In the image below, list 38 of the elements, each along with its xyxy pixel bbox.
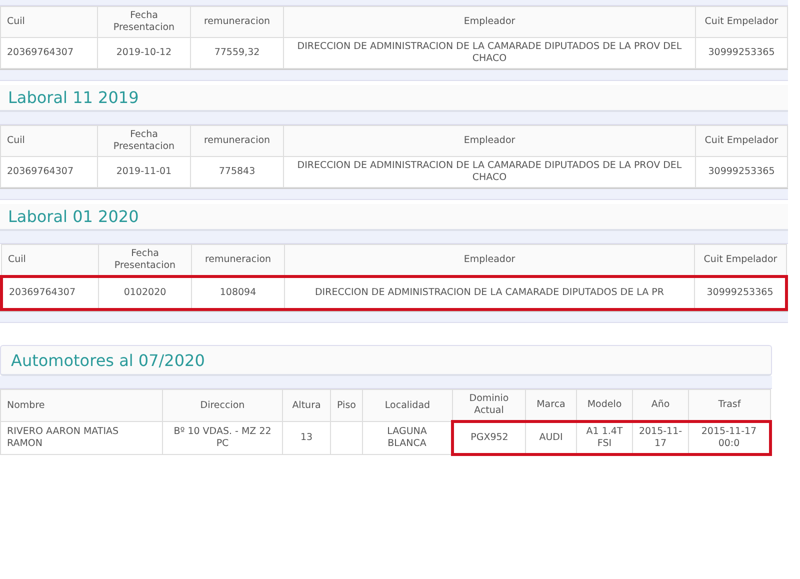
column-header: Fecha Presentacion <box>98 244 192 276</box>
column-header: Empleador <box>284 126 696 156</box>
column-header: Altura <box>282 390 330 422</box>
column-header: Fecha Presentacion <box>98 126 190 156</box>
column-header: remuneracion <box>190 126 284 156</box>
column-header: Cuit Empelador <box>696 126 788 156</box>
column-header: Nombre <box>0 390 162 422</box>
column-header: Modelo <box>576 390 632 422</box>
table-cell: A1 1.4T FSI <box>576 422 632 454</box>
table-cell: RIVERO AARON MATIAS RAMON <box>0 422 162 454</box>
column-header: Trasf <box>688 390 770 422</box>
section-title: Laboral 11 2019 <box>8 88 139 107</box>
table-cell: Bº 10 VDAS. - MZ 22 PC <box>162 422 282 454</box>
column-header: Cuil <box>0 6 98 38</box>
column-header: Piso <box>330 390 362 422</box>
table-cell: DIRECCION DE ADMINISTRACION DE LA CAMARADE DIPUTADOS DE LA PR <box>284 276 694 310</box>
column-header: remuneracion <box>192 244 284 276</box>
table-cell: 2015-11-17 <box>632 422 688 454</box>
table-cell: 20369764307 <box>2 276 98 310</box>
column-header: Empleador <box>284 244 694 276</box>
column-header: Cuil <box>2 244 98 276</box>
column-header: Localidad <box>362 390 452 422</box>
column-header: Marca <box>526 390 576 422</box>
column-header: Cuit Empelador <box>696 6 788 38</box>
column-header: Direccion <box>162 390 282 422</box>
column-header: Empleador <box>284 6 696 38</box>
table-cell: 13 <box>282 422 330 454</box>
section-title: Laboral 01 2020 <box>8 207 139 226</box>
column-header: Cuit Empelador <box>694 244 786 276</box>
section-title: Automotores al 07/2020 <box>11 351 205 370</box>
table-cell: PGX952 <box>452 422 526 454</box>
column-header: Fecha Presentacion <box>98 6 190 38</box>
table-cell: 2015-11-17 00:0 <box>688 422 770 454</box>
column-header: Dominio Actual <box>452 390 526 422</box>
column-header: remuneracion <box>190 6 284 38</box>
column-header: Año <box>632 390 688 422</box>
column-header: Cuil <box>0 126 98 156</box>
table-cell: AUDI <box>526 422 576 454</box>
